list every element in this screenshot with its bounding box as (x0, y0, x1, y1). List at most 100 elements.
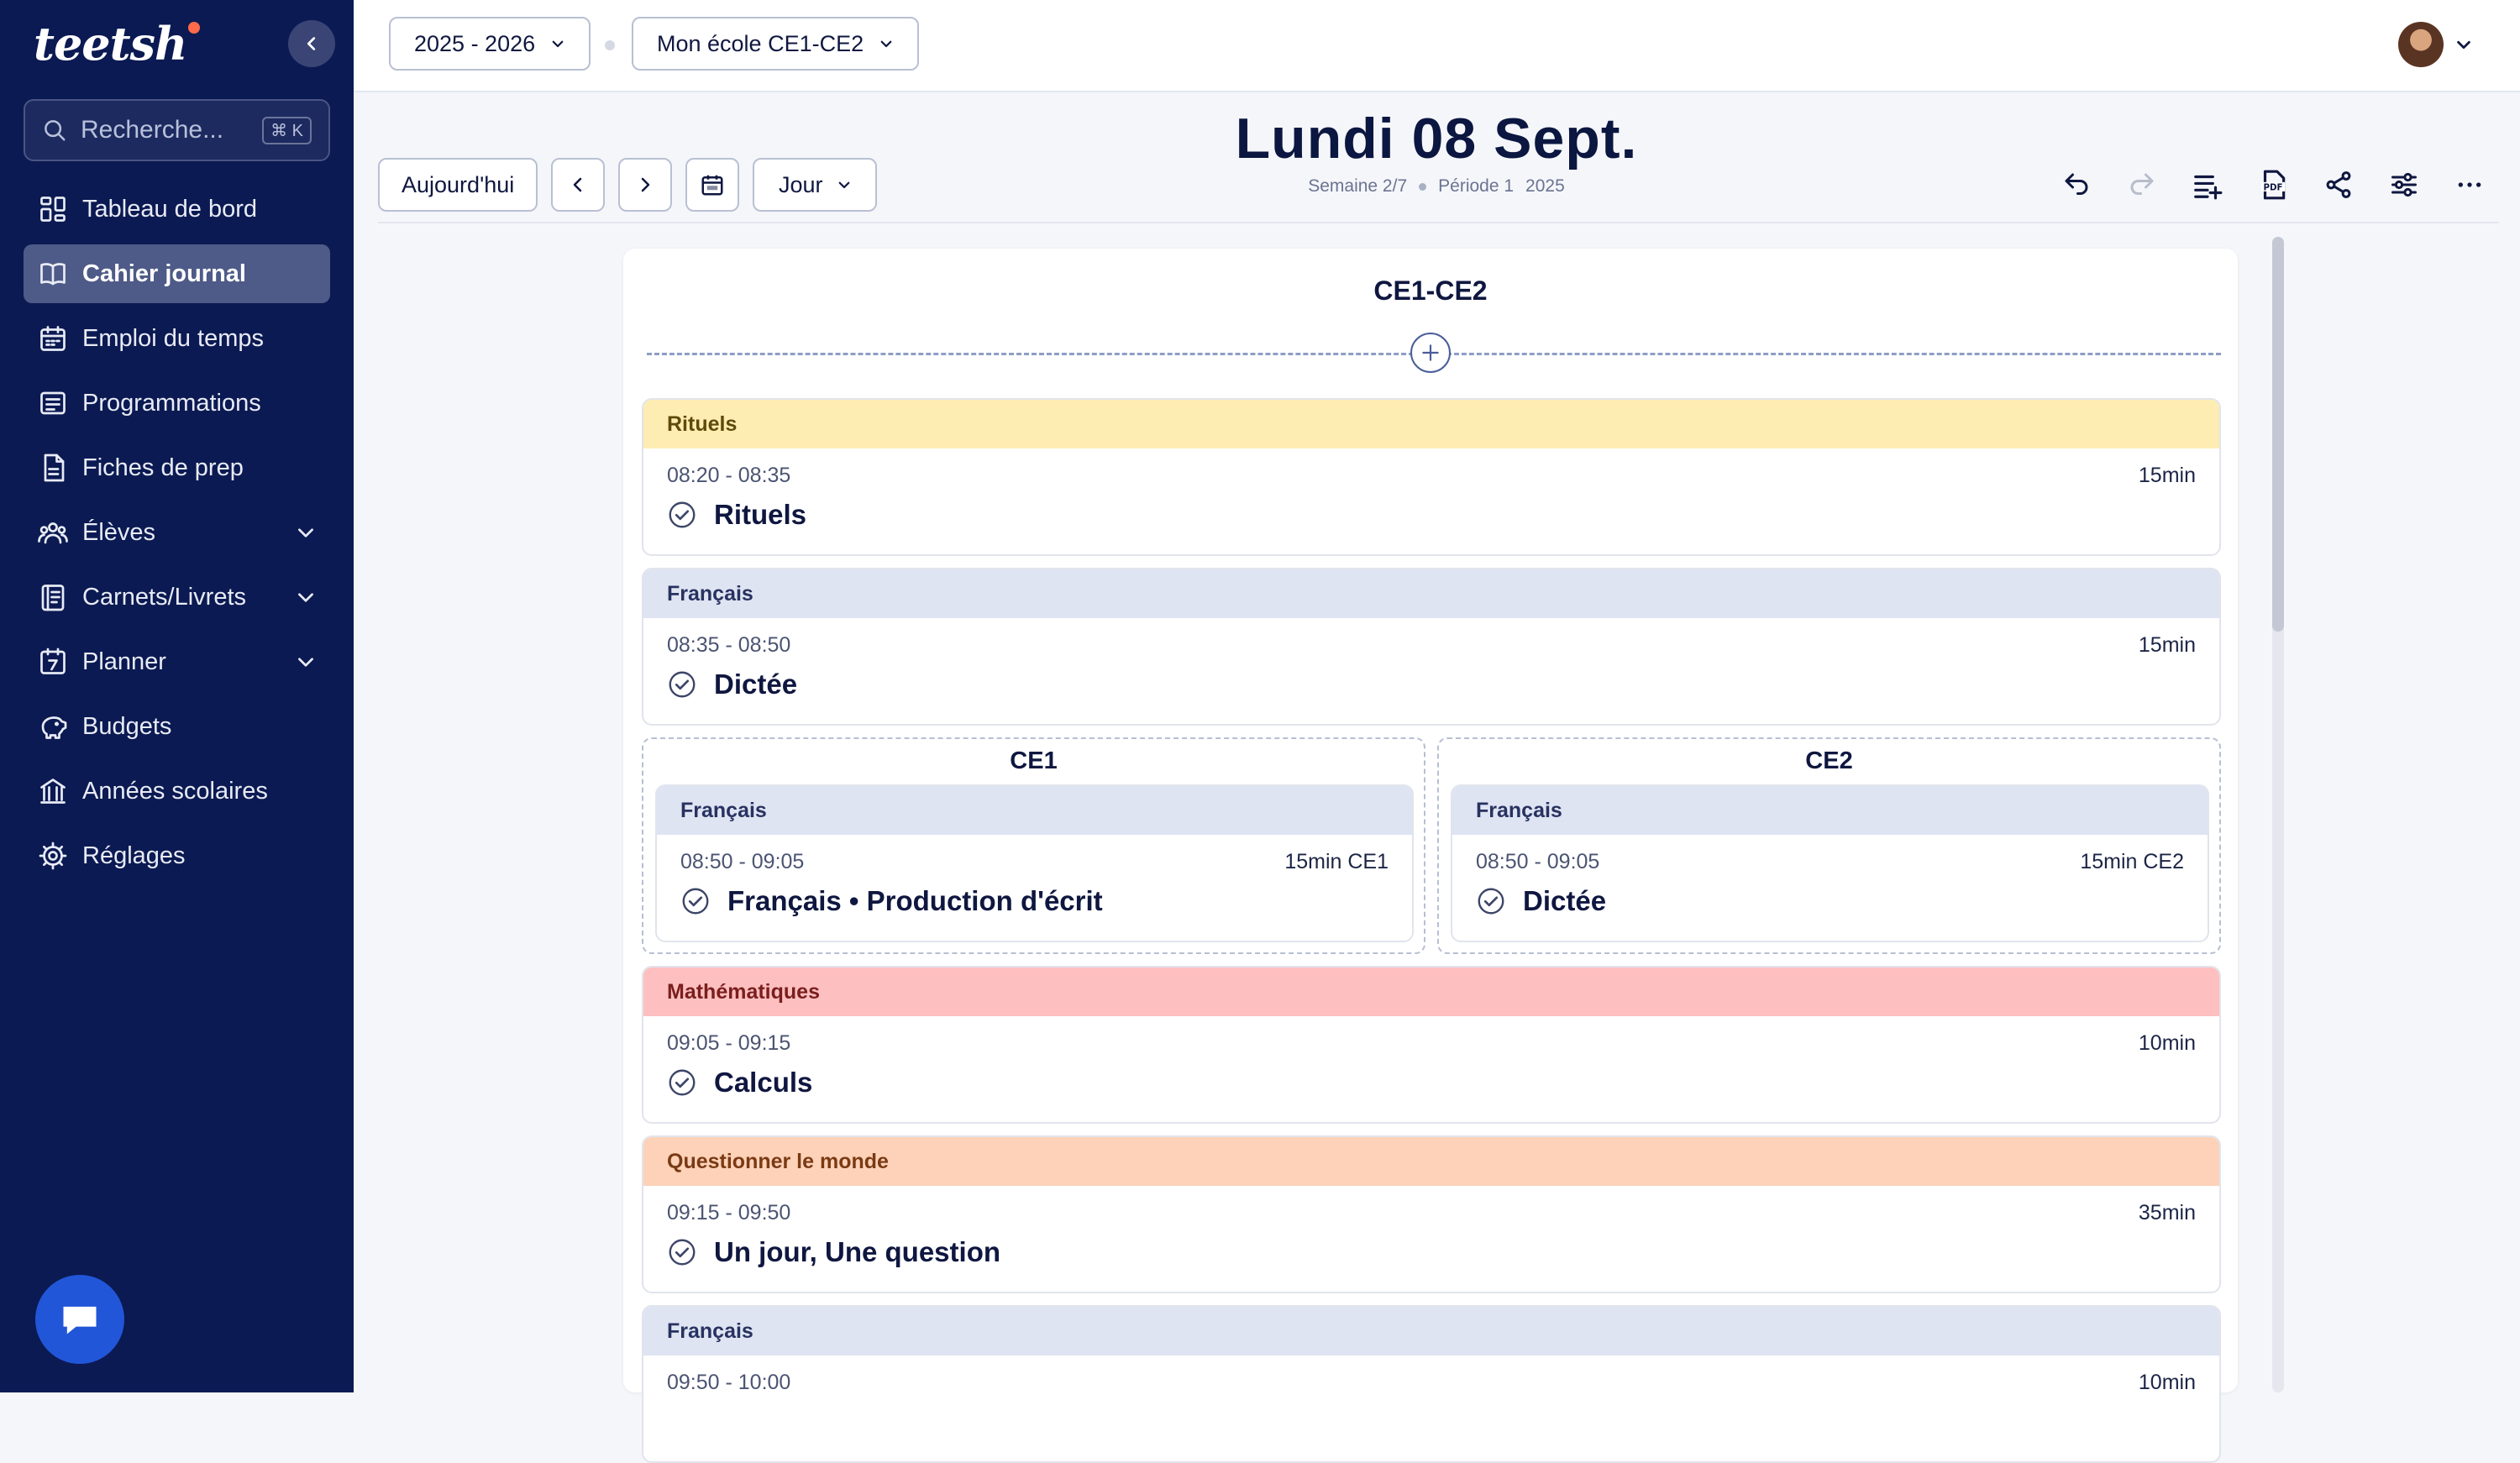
sidebar-item-5[interactable]: Fiches de prep (24, 438, 330, 497)
sidebar-item-3[interactable]: Emploi du temps (24, 309, 330, 368)
user-avatar[interactable] (2398, 22, 2444, 67)
search-placeholder: Recherche... (81, 116, 224, 144)
document-icon (37, 452, 69, 484)
check-circle-icon[interactable] (680, 886, 711, 916)
list-icon (37, 387, 69, 419)
sidebar-item-label: Années scolaires (82, 777, 268, 805)
add-row-button[interactable] (2187, 165, 2228, 205)
share-button[interactable] (2318, 165, 2359, 205)
teetsh-logo[interactable]: teetsh (34, 17, 201, 71)
day-subtitle: Semaine 2/7 Période 1 2025 (1092, 176, 1781, 197)
chat-button[interactable] (35, 1275, 124, 1364)
sidebar-item-6[interactable]: Élèves (24, 503, 330, 562)
activity-title[interactable]: Dictée (714, 669, 797, 700)
year-select[interactable]: 2025 - 2026 (389, 17, 591, 71)
activity-title[interactable]: Un jour, Une question (714, 1236, 1000, 1268)
chevron-down-icon (298, 528, 313, 537)
share-icon (2326, 171, 2351, 198)
school-icon (37, 775, 69, 807)
sidebar-nav: Tableau de bord Cahier journal Emploi du t… (24, 180, 330, 891)
settings-sliders-button[interactable] (2384, 165, 2424, 205)
activity: Français • Production d'écrit (680, 885, 1103, 917)
group-title: CE2 (1805, 747, 1853, 774)
previous-day-button[interactable] (551, 158, 606, 212)
sidebar-item-label: Fiches de prep (82, 454, 244, 481)
more-options-button[interactable] (2449, 165, 2490, 205)
sidebar-item-label: Élèves (82, 518, 156, 546)
chat-bubble-icon (63, 1306, 97, 1335)
duration: 15min CE2 (2080, 850, 2184, 873)
sidebar-item-label: Tableau de bord (82, 195, 257, 223)
duration: 10min (2138, 1371, 2196, 1394)
chevron-left-icon (574, 177, 582, 192)
subject-header: Français (643, 1307, 2219, 1356)
search-input[interactable]: Recherche... ⌘ K (24, 99, 330, 161)
planner-icon (37, 646, 69, 678)
more-horizontal-icon (2458, 182, 2481, 187)
duration: 10min (2138, 1031, 2196, 1055)
date-picker-button[interactable] (685, 158, 740, 212)
activity-title[interactable]: Dictée (1523, 885, 1606, 917)
sidebar-item-7[interactable]: Carnets/Livrets (24, 568, 330, 627)
week-label: Semaine 2/7 (1308, 176, 1408, 196)
separator-dot (605, 40, 615, 50)
undo-button[interactable] (2056, 165, 2097, 205)
time-range: 09:15 - 09:50 (667, 1201, 791, 1224)
activity: Calculs (667, 1067, 812, 1099)
activity: Dictée (667, 669, 797, 700)
chevron-down-icon (552, 40, 564, 48)
group-ce1: CE1 Français 08:50 - 09:05 15min CE1 Françai… (642, 737, 1425, 954)
view-select[interactable]: Jour (753, 158, 878, 212)
sidebar-item-2[interactable]: Cahier journal (24, 244, 330, 303)
chevron-down-icon (298, 593, 313, 602)
activity-title[interactable]: Rituels (714, 499, 806, 531)
schedule-block[interactable]: Français 08:50 - 09:05 15min CE1 Français •… (655, 784, 1414, 942)
group-title: CE1 (1010, 747, 1058, 774)
time-range: 08:50 - 09:05 (680, 850, 805, 873)
activity: Un jour, Une question (667, 1236, 1000, 1268)
book-icon (37, 258, 69, 290)
sidebar-item-8[interactable]: Planner (24, 632, 330, 691)
schedule-block[interactable]: Français 09:50 - 10:00 10min (642, 1305, 2221, 1463)
check-circle-icon[interactable] (667, 1067, 697, 1098)
year-select-label: 2025 - 2026 (414, 30, 536, 56)
scrollbar-thumb[interactable] (2272, 237, 2284, 632)
schedule-block[interactable]: Mathématiques 09:05 - 09:15 10min Calculs (642, 966, 2221, 1124)
next-day-button[interactable] (618, 158, 673, 212)
schedule-block[interactable]: Rituels 08:20 - 08:35 15min Rituels (642, 398, 2221, 556)
add-block-button[interactable] (1410, 333, 1451, 373)
logo-dot (188, 22, 201, 34)
class-title: CE1-CE2 (1373, 275, 1488, 306)
activity: Dictée (1476, 885, 1606, 917)
check-circle-icon[interactable] (667, 500, 697, 530)
calendar-icon (701, 175, 723, 196)
plus-icon (1422, 344, 1439, 361)
check-circle-icon[interactable] (1476, 886, 1506, 916)
sidebar-item-9[interactable]: Budgets (24, 697, 330, 756)
piggy-bank-icon (37, 711, 69, 742)
sidebar-item-11[interactable]: Réglages (24, 826, 330, 885)
activity-title[interactable]: Français • Production d'écrit (727, 885, 1103, 917)
schedule-block[interactable]: Français 08:50 - 09:05 15min CE2 Dictée (1451, 784, 2209, 942)
check-circle-icon[interactable] (667, 669, 697, 700)
sidebar-item-label: Réglages (82, 842, 186, 869)
today-button[interactable]: Aujourd'hui (378, 158, 538, 212)
duration: 15min CE1 (1284, 850, 1389, 873)
sidebar-item-label: Budgets (82, 712, 172, 740)
subject-header: Mathématiques (643, 967, 2219, 1016)
sidebar-item-1[interactable]: Tableau de bord (24, 180, 330, 239)
collapse-sidebar-button[interactable] (288, 20, 335, 67)
sidebar-item-4[interactable]: Programmations (24, 374, 330, 433)
school-select[interactable]: Mon école CE1-CE2 (632, 17, 920, 71)
check-circle-icon[interactable] (667, 1237, 697, 1267)
export-pdf-button[interactable]: PDF (2253, 165, 2293, 205)
redo-button[interactable] (2122, 165, 2162, 205)
schedule-block[interactable]: Français 08:35 - 08:50 15min Dictée (642, 568, 2221, 726)
chevron-down-icon[interactable] (2454, 35, 2473, 54)
sliders-icon (2391, 172, 2417, 197)
activity-title[interactable]: Calculs (714, 1067, 812, 1099)
gear-icon (37, 840, 69, 872)
view-select-label: Jour (778, 171, 823, 197)
sidebar-item-10[interactable]: Années scolaires (24, 762, 330, 821)
schedule-block[interactable]: Questionner le monde 09:15 - 09:50 35min Un… (642, 1135, 2221, 1293)
